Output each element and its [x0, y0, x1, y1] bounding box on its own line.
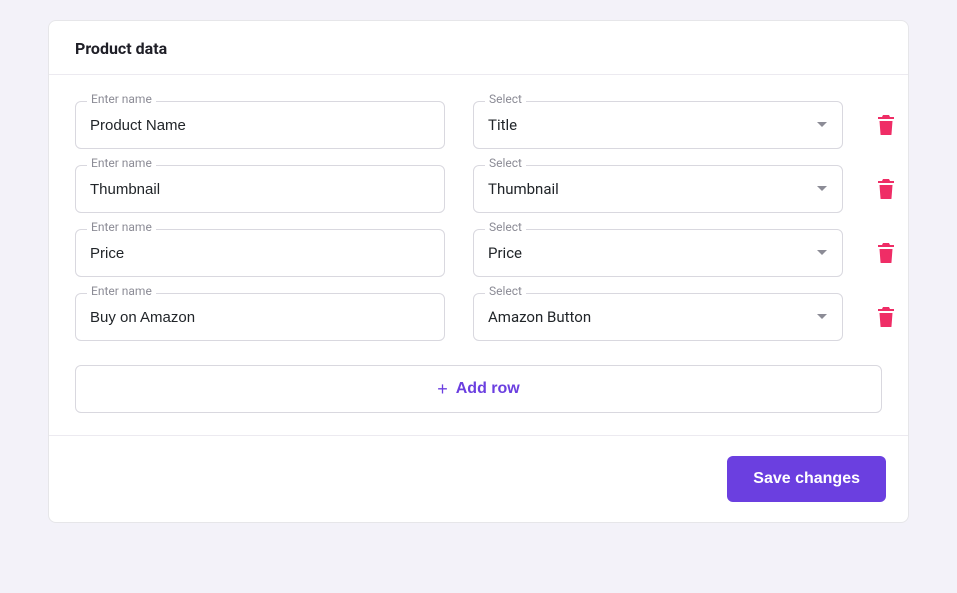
select-field: Select Price: [473, 229, 843, 277]
select-value: Price: [488, 244, 522, 262]
select-dropdown[interactable]: Price: [473, 229, 843, 277]
select-dropdown[interactable]: Title: [473, 101, 843, 149]
delete-row-button[interactable]: [871, 301, 901, 333]
name-input[interactable]: [75, 165, 445, 213]
name-field: Enter name: [75, 165, 445, 213]
delete-row-button[interactable]: [871, 173, 901, 205]
card-body: Enter name Select Title E: [49, 75, 908, 435]
card-header: Product data: [49, 21, 908, 75]
card-footer: Save changes: [49, 435, 908, 522]
name-field: Enter name: [75, 229, 445, 277]
name-field: Enter name: [75, 101, 445, 149]
select-field: Select Title: [473, 101, 843, 149]
trash-icon: [877, 115, 895, 135]
name-input[interactable]: [75, 293, 445, 341]
select-value: Amazon Button: [488, 308, 591, 326]
name-input[interactable]: [75, 229, 445, 277]
card-title: Product data: [75, 39, 882, 58]
select-dropdown[interactable]: Amazon Button: [473, 293, 843, 341]
select-field: Select Thumbnail: [473, 165, 843, 213]
data-row: Enter name Select Thumbnail: [75, 165, 882, 213]
delete-row-button[interactable]: [871, 109, 901, 141]
add-row-button[interactable]: + Add row: [75, 365, 882, 413]
chevron-down-icon: [816, 121, 828, 129]
plus-icon: +: [437, 379, 448, 400]
chevron-down-icon: [816, 185, 828, 193]
save-button[interactable]: Save changes: [727, 456, 886, 502]
data-row: Enter name Select Amazon Button: [75, 293, 882, 341]
data-row: Enter name Select Title: [75, 101, 882, 149]
trash-icon: [877, 307, 895, 327]
product-data-card: Product data Enter name Select Title: [48, 20, 909, 523]
trash-icon: [877, 243, 895, 263]
delete-row-button[interactable]: [871, 237, 901, 269]
add-row-label: Add row: [456, 380, 520, 398]
chevron-down-icon: [816, 249, 828, 257]
select-value: Title: [488, 116, 517, 134]
select-dropdown[interactable]: Thumbnail: [473, 165, 843, 213]
data-row: Enter name Select Price: [75, 229, 882, 277]
name-input[interactable]: [75, 101, 445, 149]
select-field: Select Amazon Button: [473, 293, 843, 341]
trash-icon: [877, 179, 895, 199]
name-field: Enter name: [75, 293, 445, 341]
select-value: Thumbnail: [488, 180, 559, 198]
chevron-down-icon: [816, 313, 828, 321]
